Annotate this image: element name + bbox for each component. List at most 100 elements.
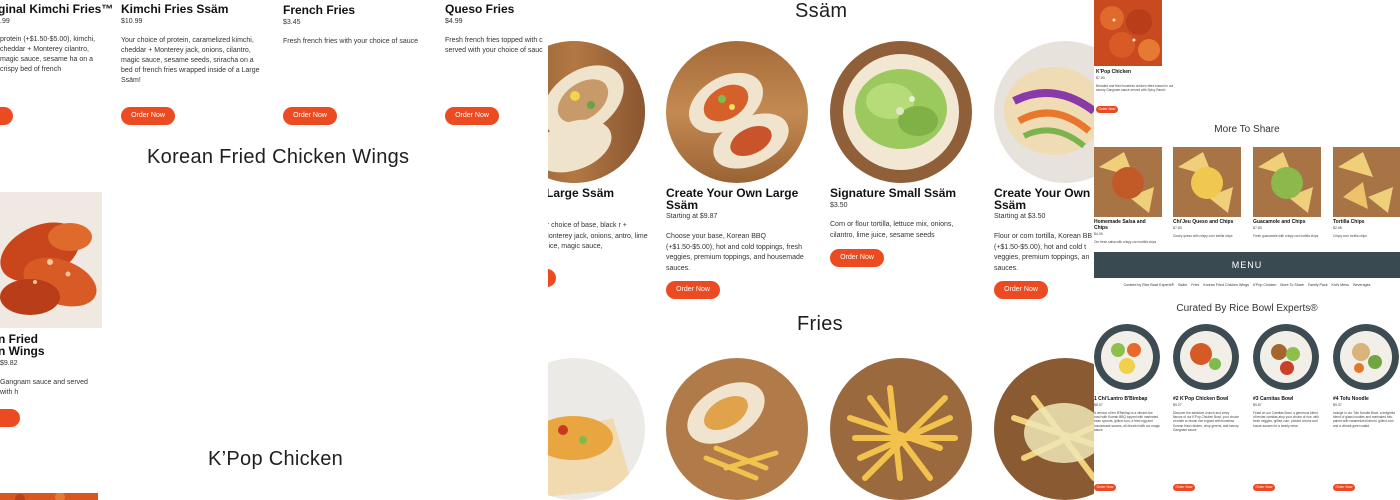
salsa-chips-photo — [1094, 147, 1162, 217]
tofu-noodle-bowl-photo — [1333, 324, 1399, 390]
item-description: Fresh french fries with your choice of s… — [283, 38, 419, 45]
category-nav: Curated by Rice Bowl Experts® Ssäm Fries… — [1094, 281, 1400, 289]
item-price: $9.82 — [0, 360, 18, 367]
item-price: $3.50 — [830, 202, 848, 209]
section-title-share: More To Share — [1214, 124, 1280, 135]
order-now-button[interactable]: Order Now — [1173, 484, 1195, 491]
order-now-button[interactable]: Order Now — [1096, 106, 1118, 113]
order-now-button[interactable]: Order Now — [1333, 484, 1355, 491]
nav-item-family-pack[interactable]: Family Pack — [1308, 281, 1328, 289]
nav-item-more-to-share[interactable]: More To Share — [1280, 281, 1304, 289]
item-title: Signature Small Ssäm — [830, 186, 957, 200]
queso-fries-photo — [994, 358, 1094, 500]
item-title: e Large Ssäm — [548, 186, 615, 200]
item-title: Queso Fries — [445, 2, 515, 16]
item-title: 1 Chi'Lantro B'Bimbap — [1094, 396, 1148, 402]
nav-item-ssam[interactable]: Ssäm — [1178, 281, 1187, 289]
item-title: K'Pop Chicken — [1096, 69, 1132, 75]
item-description: Crispy corn tortilla chips — [1333, 234, 1367, 238]
item-description: Corn or flour tortilla, lettuce mix, oni… — [830, 221, 954, 239]
chicken-wings-photo — [0, 192, 102, 328]
order-now-button[interactable]: Order Now — [1253, 484, 1275, 491]
item-title: #3 Carnitas Bowl — [1253, 396, 1294, 402]
nav-item-fries[interactable]: Fries — [1191, 281, 1199, 289]
order-now-button[interactable] — [548, 269, 556, 287]
item-description: Flour or corn tortilla, Korean BB (+$1.5… — [994, 233, 1093, 272]
item-title: Kimchi Fries Ssäm — [121, 2, 229, 16]
item-price: $3.45 — [283, 19, 301, 26]
item-description: Gooey queso with crispy corn tortilla ch… — [1173, 234, 1233, 238]
item-description: Feast on our Carnitas Bowl, a generous b… — [1253, 411, 1319, 428]
item-price: .99 — [0, 18, 10, 25]
section-title-fries: Fries — [797, 313, 843, 335]
kpop-chicken-bowl-photo — [1173, 324, 1239, 390]
item-description: protein (+$1.50-$5.00), kimchi, cheddar … — [0, 36, 96, 73]
item-description: Your choice of protein, caramelized kimc… — [121, 37, 260, 84]
bibimbap-bowl-photo — [1094, 324, 1160, 390]
item-price: $4.99 — [445, 18, 463, 25]
item-price: $4.09 — [1094, 232, 1103, 236]
section-title-kpop: K’Pop Chicken — [208, 448, 344, 470]
item-title: n Wings — [0, 344, 45, 358]
menu-overview-panel: K'Pop Chicken $7.80 Breaded and fried bo… — [1094, 0, 1400, 500]
item-title: ginal Kimchi Fries™ — [0, 2, 114, 16]
item-description: Indulge in our Tofu Noodle Bowl, a delig… — [1333, 411, 1396, 428]
fries-section-panel: ginal Kimchi Fries™ .99 protein (+$1.50-… — [0, 0, 548, 500]
item-title: Chi'Jeu Queso and Chips — [1173, 219, 1234, 225]
order-now-button[interactable]: e — [0, 107, 13, 125]
item-price: $7.83 — [1173, 226, 1182, 230]
guacamole-chips-photo — [1253, 147, 1321, 217]
item-title: #2 K'Pop Chicken Bowl — [1173, 396, 1229, 402]
section-title-ssam: Ssäm — [795, 0, 848, 22]
item-description: Breaded and fried boneless chicken bites… — [1096, 84, 1174, 93]
order-now-button[interactable]: Order Now — [994, 281, 1048, 299]
order-now-button[interactable]: Order Now — [283, 107, 337, 125]
item-price: $9.87 — [1253, 403, 1262, 407]
item-price: $9.27 — [1173, 403, 1182, 407]
tortilla-chips-photo — [1333, 147, 1400, 217]
order-now-button[interactable]: Order Now — [121, 107, 175, 125]
carnitas-bowl-photo — [1253, 324, 1319, 390]
item-price: $7.83 — [1253, 226, 1262, 230]
ssam-burrito-photo — [666, 41, 808, 183]
item-title: Tortilla Chips — [1333, 219, 1365, 225]
nav-item-curated[interactable]: Curated by Rice Bowl Experts® — [1124, 281, 1174, 289]
order-now-button[interactable]: Order Now — [445, 107, 499, 125]
item-description: Fresh french fries topped with c served … — [445, 37, 543, 54]
section-title-wings: Korean Fried Chicken Wings — [147, 146, 410, 168]
item-price: $7.80 — [1096, 76, 1105, 80]
ssam-burrito-photo — [548, 41, 645, 183]
item-description: Gangnam sauce and served with h — [0, 379, 88, 396]
item-title: Create Your Own Large Ssäm — [666, 186, 799, 212]
item-price: Starting at $9.87 — [666, 213, 718, 220]
item-price: $10.99 — [121, 18, 143, 25]
item-description: Fresh guacamole with crispy corn tortill… — [1253, 234, 1319, 238]
item-description: A version of the B'Bimbap is a vibrant r… — [1094, 411, 1160, 432]
section-title-curated: Curated By Rice Bowl Experts® — [1176, 303, 1318, 314]
item-title: #4 Tofu Noodle — [1333, 396, 1369, 402]
nav-item-wings[interactable]: Korean Fried Chicken Wings — [1203, 281, 1249, 289]
queso-chips-photo — [1173, 147, 1241, 217]
ssam-section-panel: Ssäm Large Ssäm ur choice of base, black… — [548, 0, 1094, 500]
small-ssam-photo — [830, 41, 972, 183]
fries-photo — [666, 358, 808, 500]
item-price: $9.37 — [1333, 403, 1342, 407]
nav-item-kids-menu[interactable]: Kid's Menu — [1332, 281, 1350, 289]
nav-item-beverages[interactable]: Beverages — [1353, 281, 1370, 289]
french-fries-photo — [830, 358, 972, 500]
item-price: $8.97 — [1094, 403, 1103, 407]
small-ssam-photo — [994, 41, 1094, 183]
item-price: $2.98 — [1333, 226, 1342, 230]
order-now-button[interactable]: ow — [0, 409, 20, 427]
item-description: Our fresh salsa with crispy corn tortill… — [1094, 240, 1157, 244]
order-now-button[interactable]: Order Now — [1094, 484, 1116, 491]
order-now-button[interactable]: Order Now — [666, 281, 720, 299]
nav-item-kpop-chicken[interactable]: K'Pop Chicken — [1253, 281, 1276, 289]
menu-bar[interactable]: MENU — [1094, 252, 1400, 278]
item-description: Choose your base, Korean BBQ (+$1.50-$5.… — [666, 233, 804, 272]
order-now-button[interactable]: Order Now — [830, 249, 884, 267]
item-price: Starting at $3.50 — [994, 213, 1046, 220]
fries-photo — [548, 358, 645, 500]
item-title: Homemade Salsa and Chips — [1094, 219, 1146, 231]
kpop-chicken-photo — [1094, 0, 1162, 66]
